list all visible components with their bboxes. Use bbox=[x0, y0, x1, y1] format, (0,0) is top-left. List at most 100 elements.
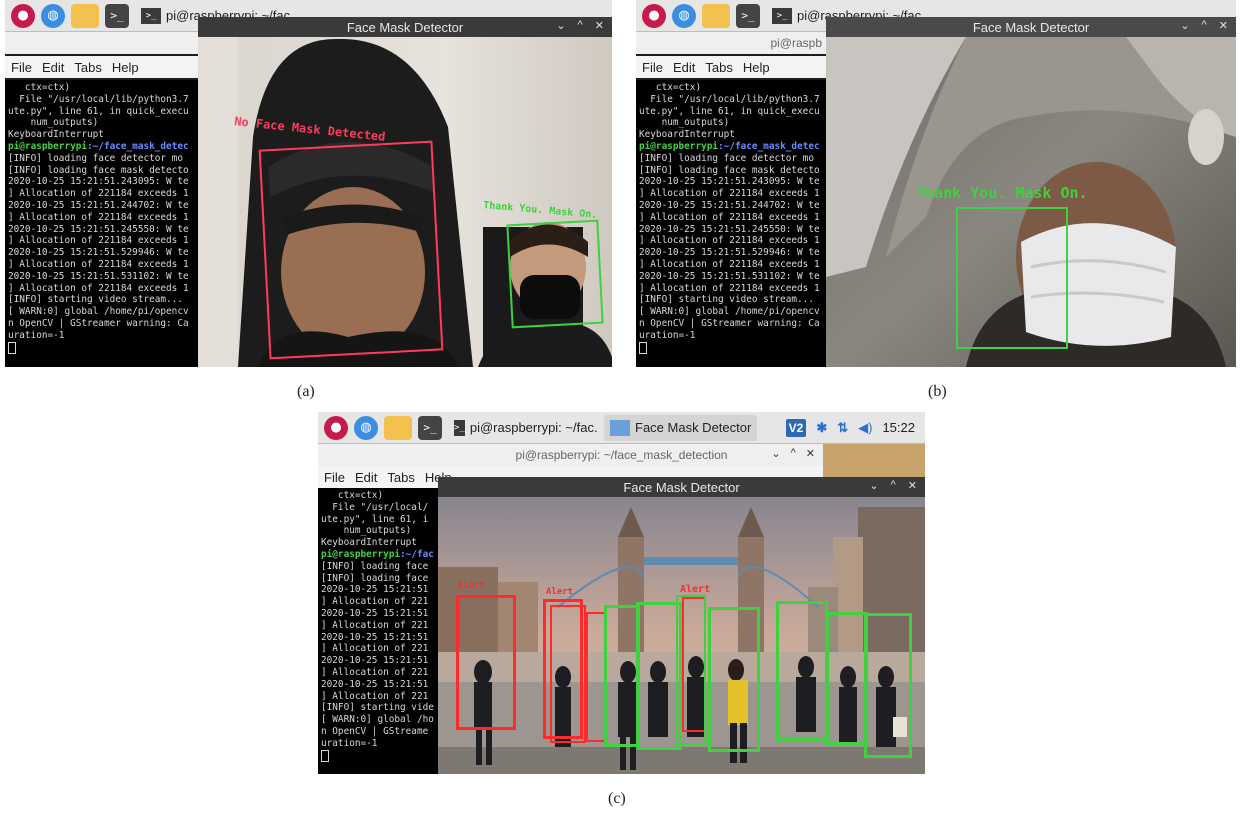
terminal-task-label: pi@raspberrypi: ~/fac... bbox=[469, 420, 598, 435]
terminal-cursor bbox=[639, 341, 647, 354]
terminal-cursor bbox=[321, 749, 329, 762]
terminal-line: [INFO] loading face bbox=[321, 572, 429, 584]
terminal-task-icon: >_ bbox=[772, 7, 792, 24]
terminal-line: ] Allocation of 221184 exceeds 1 bbox=[8, 211, 189, 223]
raspberry-pi-menu-icon[interactable]: ● bbox=[11, 3, 35, 28]
terminal-line: ] Allocation of 221184 exceeds 1 bbox=[8, 258, 189, 270]
terminal-line: pi@raspberrypi:~/fac bbox=[321, 548, 434, 560]
terminal-line: num_outputs) bbox=[639, 117, 730, 129]
terminal-launcher-icon[interactable]: >_ bbox=[105, 3, 129, 28]
menu-help[interactable]: Help bbox=[112, 60, 139, 75]
terminal-line: ] Allocation of 221 bbox=[321, 690, 429, 702]
maximize-icon[interactable]: ^ bbox=[791, 447, 796, 460]
screenshot-b: ● ◍ >_ >_ pi@raspberrypi: ~/fac... pi@ra… bbox=[636, 0, 1236, 367]
caption-b: (b) bbox=[928, 383, 947, 400]
menu-tabs[interactable]: Tabs bbox=[705, 60, 732, 75]
menu-file[interactable]: File bbox=[324, 470, 345, 485]
file-manager-icon[interactable] bbox=[71, 3, 99, 28]
close-icon[interactable]: ✕ bbox=[595, 19, 604, 32]
volume-icon[interactable]: ◀) bbox=[858, 420, 872, 436]
window-task-icon bbox=[610, 419, 630, 436]
mask-detection-box bbox=[826, 612, 868, 745]
alert-detection-label: Alert bbox=[546, 587, 574, 597]
minimize-icon[interactable]: ⌄ bbox=[1180, 19, 1189, 32]
web-browser-icon[interactable]: ◍ bbox=[41, 3, 65, 28]
close-icon[interactable]: ✕ bbox=[806, 447, 815, 460]
maximize-icon[interactable]: ^ bbox=[1202, 19, 1207, 32]
menu-file[interactable]: File bbox=[11, 60, 32, 75]
taskbar-terminal-task[interactable]: >_ pi@raspberrypi: ~/fac... bbox=[448, 415, 598, 441]
mask-detection-box bbox=[776, 601, 828, 741]
mask-detection-box bbox=[676, 595, 706, 745]
maximize-icon[interactable]: ^ bbox=[578, 19, 583, 32]
maximize-icon[interactable]: ^ bbox=[891, 479, 896, 492]
menu-edit[interactable]: Edit bbox=[355, 470, 377, 485]
terminal-line: ] Allocation of 221 bbox=[321, 666, 429, 678]
detector-title: Face Mask Detector bbox=[623, 479, 740, 495]
caption-a: (a) bbox=[297, 383, 315, 400]
terminal-line: ] Allocation of 221184 exceeds 1 bbox=[8, 282, 189, 294]
terminal-title: pi@raspb bbox=[770, 36, 822, 50]
network-icon[interactable]: ⇅ bbox=[837, 420, 848, 436]
terminal-output[interactable]: ctx=ctx) File "/usr/local/lib/python3.7 u… bbox=[5, 80, 205, 367]
menu-tabs[interactable]: Tabs bbox=[387, 470, 414, 485]
minimize-icon[interactable]: ⌄ bbox=[869, 479, 878, 492]
raspberry-pi-menu-icon[interactable]: ● bbox=[642, 3, 666, 28]
terminal-task-icon: >_ bbox=[454, 419, 465, 436]
terminal-launcher-icon[interactable]: >_ bbox=[418, 415, 442, 440]
terminal-task-icon: >_ bbox=[141, 7, 161, 24]
terminal-line: ctx=ctx) bbox=[8, 82, 71, 93]
terminal-line: [INFO] loading face bbox=[321, 560, 429, 572]
file-manager-icon[interactable] bbox=[702, 3, 730, 28]
terminal-line: File "/usr/local/lib/python3.7 bbox=[639, 93, 820, 105]
file-manager-icon[interactable] bbox=[384, 415, 412, 440]
terminal-line: [INFO] starting video stream... bbox=[8, 294, 183, 306]
terminal-line: 2020-10-25 15:21:51.245550: W te bbox=[8, 223, 189, 235]
terminal-launcher-icon[interactable]: >_ bbox=[736, 3, 760, 28]
screenshot-a: ● ◍ >_ >_ pi@raspberrypi: ~/fac... pi@ra… bbox=[5, 0, 612, 367]
mask-detection-box bbox=[708, 607, 760, 752]
menu-edit[interactable]: Edit bbox=[42, 60, 64, 75]
terminal-line: ] Allocation of 221184 exceeds 1 bbox=[639, 211, 820, 223]
terminal-output[interactable]: ctx=ctx) File "/usr/local/lib/python3.7 u… bbox=[636, 80, 836, 367]
detector-titlebar: Face Mask Detector ⌄ ^ ✕ bbox=[438, 477, 925, 497]
terminal-output[interactable]: ctx=ctx) File "/usr/local/ute.py", line … bbox=[318, 488, 443, 774]
terminal-line: n OpenCV | GStreamer warning: Ca bbox=[639, 317, 820, 329]
terminal-line: 2020-10-25 15:21:51 bbox=[321, 678, 429, 690]
menu-help[interactable]: Help bbox=[743, 60, 770, 75]
terminal-line: uration=-1 bbox=[639, 329, 696, 341]
taskbar: ● ◍ >_ >_ pi@raspberrypi: ~/fac... Face … bbox=[318, 412, 925, 444]
menu-edit[interactable]: Edit bbox=[673, 60, 695, 75]
minimize-icon[interactable]: ⌄ bbox=[771, 447, 780, 460]
web-browser-icon[interactable]: ◍ bbox=[354, 415, 378, 440]
vnc-icon[interactable]: V2 bbox=[785, 418, 807, 437]
terminal-line: uration=-1 bbox=[8, 329, 65, 341]
terminal-line: [ WARN:0] global /home/pi/opencv bbox=[8, 306, 189, 318]
menu-file[interactable]: File bbox=[642, 60, 663, 75]
alert-detection-label: Alert bbox=[458, 581, 486, 591]
terminal-line: 2020-10-25 15:21:51.245550: W te bbox=[639, 223, 820, 235]
menu-tabs[interactable]: Tabs bbox=[74, 60, 101, 75]
terminal-line: [ WARN:0] global /home/pi/opencv bbox=[639, 306, 820, 318]
terminal-line: KeyboardInterrupt bbox=[8, 129, 104, 141]
raspberry-pi-menu-icon[interactable]: ● bbox=[324, 415, 348, 440]
close-icon[interactable]: ✕ bbox=[1219, 19, 1228, 32]
terminal-line: ] Allocation of 221184 exceeds 1 bbox=[639, 258, 820, 270]
detector-title: Face Mask Detector bbox=[972, 19, 1090, 35]
terminal-line: ] Allocation of 221184 exceeds 1 bbox=[8, 235, 189, 247]
terminal-line: File "/usr/local/ bbox=[321, 501, 429, 513]
web-browser-icon[interactable]: ◍ bbox=[672, 3, 696, 28]
caption-c: (c) bbox=[608, 790, 626, 807]
terminal-line: 2020-10-25 15:21:51 bbox=[321, 607, 429, 619]
terminal-line: ] Allocation of 221 bbox=[321, 596, 429, 608]
bluetooth-icon[interactable]: ✱ bbox=[816, 420, 827, 436]
taskbar-detector-task[interactable]: Face Mask Detector bbox=[604, 414, 758, 441]
terminal-line: ] Allocation of 221184 exceeds 1 bbox=[639, 235, 820, 247]
terminal-line: File "/usr/local/lib/python3.7 bbox=[8, 93, 189, 105]
minimize-icon[interactable]: ⌄ bbox=[556, 19, 565, 32]
terminal-line: ute.py", line 61, in quick_execu bbox=[639, 105, 820, 117]
mask-detection-label: Thank You. Mask On. bbox=[916, 184, 1088, 202]
close-icon[interactable]: ✕ bbox=[908, 479, 917, 492]
terminal-line: 2020-10-25 15:21:51.529946: W te bbox=[8, 247, 189, 259]
terminal-line: 2020-10-25 15:21:51.244702: W te bbox=[639, 199, 820, 211]
